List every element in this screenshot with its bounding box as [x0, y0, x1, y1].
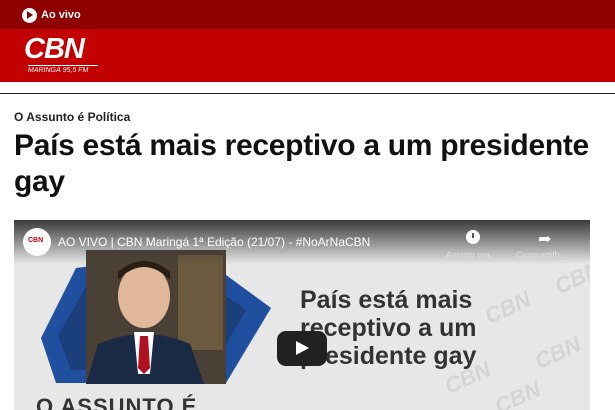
- play-circle-icon: [22, 7, 37, 23]
- video-lower-text: O ASSUNTO É: [36, 394, 198, 410]
- top-bar: Ao vivo: [0, 0, 615, 29]
- watermark: CBN: [530, 331, 585, 374]
- live-link[interactable]: Ao vivo: [22, 7, 81, 23]
- header-divider: [0, 93, 615, 94]
- brand-bar: CBN MARINGÁ 95,5 FM: [0, 29, 615, 82]
- logo-subtext: MARINGÁ 95,5 FM: [28, 65, 98, 74]
- share-label[interactable]: Compartilh...: [516, 250, 567, 260]
- watch-later-icon[interactable]: [466, 230, 480, 244]
- video-header: AO VIVO | CBN Maringá 1ª Edição (21/07) …: [14, 220, 590, 264]
- video-player[interactable]: CBN CBN CBN CBN CBN País está mais recep…: [14, 220, 590, 410]
- article-headline: País está mais receptivo a um presidente…: [14, 129, 589, 198]
- channel-avatar[interactable]: [23, 228, 51, 256]
- share-icon[interactable]: ➦: [538, 229, 551, 249]
- watermark: CBN: [480, 286, 535, 329]
- watermark: CBN: [490, 376, 545, 410]
- overlay-line: País está mais: [300, 286, 473, 314]
- article-kicker[interactable]: O Assunto é Política: [14, 110, 130, 124]
- watch-later-label[interactable]: Assistir ma...: [446, 250, 498, 260]
- play-button[interactable]: [277, 331, 327, 366]
- video-title[interactable]: AO VIVO | CBN Maringá 1ª Edição (21/07) …: [58, 235, 370, 249]
- live-label: Ao vivo: [41, 9, 81, 21]
- logo-text: CBN: [24, 33, 85, 65]
- presenter-photo: [86, 250, 226, 384]
- cbn-logo[interactable]: CBN MARINGÁ 95,5 FM: [22, 33, 102, 77]
